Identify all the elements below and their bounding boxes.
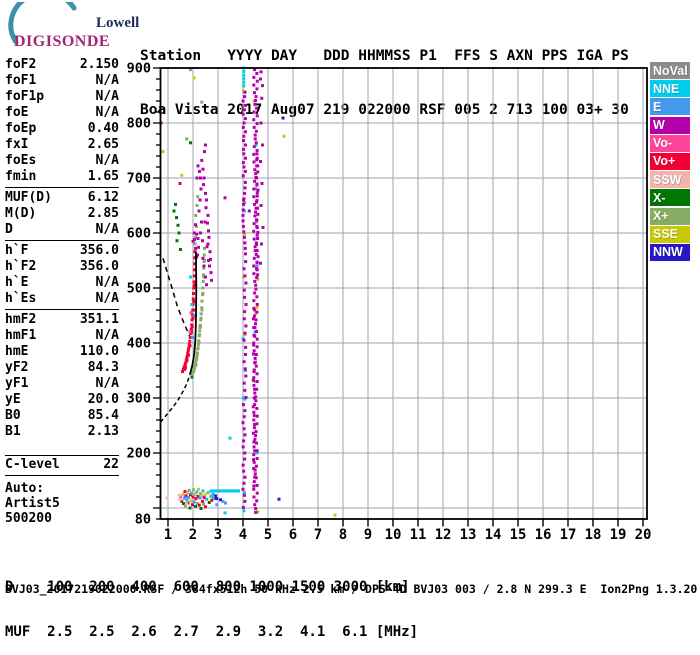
x-tick-label: 4 bbox=[239, 527, 247, 543]
legend-item-w: W bbox=[650, 116, 690, 134]
y-tick-label: 800 bbox=[127, 116, 151, 132]
x-tick-label: 18 bbox=[585, 527, 602, 543]
y-tick-label: 400 bbox=[127, 336, 151, 352]
ionogram-plot: 900800700600500400300200801 2 3 4 5 6 7 8 9 10 11 1… bbox=[127, 61, 652, 544]
muf-row: MUF 2.5 2.5 2.6 2.7 2.9 3.2 4.1 6.1 [MHz… bbox=[5, 624, 419, 640]
x-tick-label: 15 bbox=[510, 527, 527, 543]
legend-item-nne: NNE bbox=[650, 80, 690, 98]
x-tick-label: 8 bbox=[339, 527, 347, 543]
legend-item-vo+: Vo+ bbox=[650, 152, 690, 170]
x-tick-label: 16 bbox=[535, 527, 552, 543]
legend-item-x-: X- bbox=[650, 189, 690, 207]
x-tick-label: 6 bbox=[289, 527, 297, 543]
x-tick-label: 12 bbox=[435, 527, 452, 543]
profile-dashed-upper bbox=[162, 258, 191, 337]
legend-item-sse: SSE bbox=[650, 225, 690, 243]
y-tick-label: 80 bbox=[135, 512, 151, 528]
legend-item-x+: X+ bbox=[650, 207, 690, 225]
legend-item-nnw: NNW bbox=[650, 243, 690, 261]
x-tick-label: 13 bbox=[460, 527, 477, 543]
y-tick-label: 200 bbox=[127, 446, 151, 462]
muf-distance-table: D 100 200 400 600 800 1000 1500 3000 [km… bbox=[5, 550, 418, 655]
file-info-line: BVJ03_2017219022000.RSF / 384fx512h 50 k… bbox=[5, 582, 698, 596]
x-tick-label: 20 bbox=[635, 527, 652, 543]
x-tick-label: 5 bbox=[264, 527, 272, 543]
plot-border bbox=[159, 67, 648, 520]
x-tick-label: 11 bbox=[410, 527, 427, 543]
x-tick-label: 1 bbox=[164, 527, 172, 543]
x-tick-label: 10 bbox=[385, 527, 402, 543]
y-tick-label: 700 bbox=[127, 171, 151, 187]
axis-tick-labels: 900800700600500400300200801 2 3 4 5 6 7 8 9 10 11 1… bbox=[127, 61, 652, 544]
x-tick-label: 19 bbox=[610, 527, 627, 543]
axis-ticks bbox=[153, 67, 644, 527]
legend-item-vo-: Vo- bbox=[650, 134, 690, 152]
legend-item-noval: NoVal bbox=[650, 62, 690, 79]
y-tick-label: 600 bbox=[127, 226, 151, 242]
x-tick-label: 14 bbox=[485, 527, 502, 543]
x-tick-label: 17 bbox=[560, 527, 577, 543]
y-tick-label: 300 bbox=[127, 391, 151, 407]
y-tick-label: 900 bbox=[127, 61, 151, 77]
plot-grid bbox=[160, 68, 647, 519]
x-tick-label: 2 bbox=[189, 527, 197, 543]
legend-item-ssw: SSW bbox=[650, 171, 690, 189]
x-tick-label: 3 bbox=[214, 527, 222, 543]
x-tick-label: 9 bbox=[364, 527, 372, 543]
echo-points bbox=[159, 66, 337, 517]
x-tick-label: 7 bbox=[314, 527, 322, 543]
legend-item-e: E bbox=[650, 98, 690, 116]
y-tick-label: 500 bbox=[127, 281, 151, 297]
direction-color-legend: NoVal NNE E W Vo- Vo+ SSW X- X+ SSE NNW bbox=[650, 62, 690, 262]
